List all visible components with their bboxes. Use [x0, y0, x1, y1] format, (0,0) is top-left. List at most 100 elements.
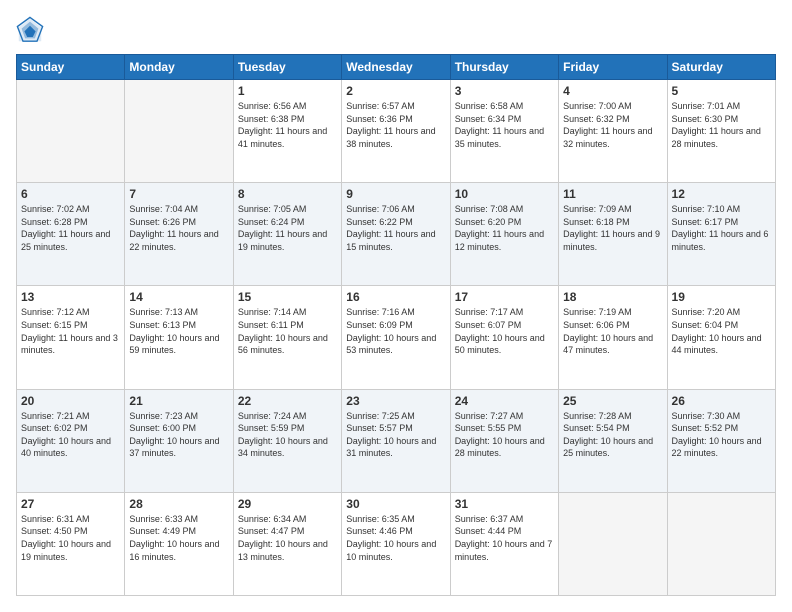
calendar-cell: 9 Sunrise: 7:06 AM Sunset: 6:22 PM Daylig… — [342, 183, 450, 286]
day-info: Sunrise: 7:27 AM Sunset: 5:55 PM Dayligh… — [455, 410, 554, 460]
day-number: 28 — [129, 497, 228, 511]
calendar-cell — [17, 80, 125, 183]
logo-icon — [16, 16, 44, 44]
day-info: Sunrise: 7:14 AM Sunset: 6:11 PM Dayligh… — [238, 306, 337, 356]
day-info: Sunrise: 7:02 AM Sunset: 6:28 PM Dayligh… — [21, 203, 120, 253]
day-number: 6 — [21, 187, 120, 201]
day-number: 31 — [455, 497, 554, 511]
day-number: 25 — [563, 394, 662, 408]
calendar-cell: 25 Sunrise: 7:28 AM Sunset: 5:54 PM Dayli… — [559, 389, 667, 492]
calendar-weekday-thursday: Thursday — [450, 55, 558, 80]
day-info: Sunrise: 6:56 AM Sunset: 6:38 PM Dayligh… — [238, 100, 337, 150]
calendar-header-row: SundayMondayTuesdayWednesdayThursdayFrid… — [17, 55, 776, 80]
day-number: 12 — [672, 187, 771, 201]
calendar-week-row: 6 Sunrise: 7:02 AM Sunset: 6:28 PM Daylig… — [17, 183, 776, 286]
day-info: Sunrise: 7:21 AM Sunset: 6:02 PM Dayligh… — [21, 410, 120, 460]
day-number: 9 — [346, 187, 445, 201]
day-info: Sunrise: 7:30 AM Sunset: 5:52 PM Dayligh… — [672, 410, 771, 460]
calendar-cell: 10 Sunrise: 7:08 AM Sunset: 6:20 PM Dayli… — [450, 183, 558, 286]
calendar-cell: 27Sunrise: 6:31 AM Sunset: 4:50 PM Dayli… — [17, 492, 125, 595]
calendar-cell: 26 Sunrise: 7:30 AM Sunset: 5:52 PM Dayli… — [667, 389, 775, 492]
calendar-cell: 12Sunrise: 7:10 AM Sunset: 6:17 PM Dayli… — [667, 183, 775, 286]
calendar-cell: 13 Sunrise: 7:12 AM Sunset: 6:15 PM Dayli… — [17, 286, 125, 389]
calendar-cell: 4 Sunrise: 7:00 AM Sunset: 6:32 PM Daylig… — [559, 80, 667, 183]
day-info: Sunrise: 6:33 AM Sunset: 4:49 PM Dayligh… — [129, 513, 228, 563]
day-number: 26 — [672, 394, 771, 408]
day-info: Sunrise: 7:16 AM Sunset: 6:09 PM Dayligh… — [346, 306, 445, 356]
calendar-table: SundayMondayTuesdayWednesdayThursdayFrid… — [16, 54, 776, 596]
calendar-cell: 7 Sunrise: 7:04 AM Sunset: 6:26 PM Daylig… — [125, 183, 233, 286]
calendar-cell: 30 Sunrise: 6:35 AM Sunset: 4:46 PM Dayli… — [342, 492, 450, 595]
calendar-cell: 5Sunrise: 7:01 AM Sunset: 6:30 PM Daylig… — [667, 80, 775, 183]
day-number: 21 — [129, 394, 228, 408]
day-info: Sunrise: 7:06 AM Sunset: 6:22 PM Dayligh… — [346, 203, 445, 253]
day-info: Sunrise: 6:57 AM Sunset: 6:36 PM Dayligh… — [346, 100, 445, 150]
day-number: 18 — [563, 290, 662, 304]
day-number: 1 — [238, 84, 337, 98]
day-info: Sunrise: 7:05 AM Sunset: 6:24 PM Dayligh… — [238, 203, 337, 253]
calendar-cell: 15 Sunrise: 7:14 AM Sunset: 6:11 PM Dayli… — [233, 286, 341, 389]
day-info: Sunrise: 6:58 AM Sunset: 6:34 PM Dayligh… — [455, 100, 554, 150]
day-info: Sunrise: 7:23 AM Sunset: 6:00 PM Dayligh… — [129, 410, 228, 460]
calendar-cell: 2 Sunrise: 6:57 AM Sunset: 6:36 PM Daylig… — [342, 80, 450, 183]
calendar-cell: 19Sunrise: 7:20 AM Sunset: 6:04 PM Dayli… — [667, 286, 775, 389]
day-number: 3 — [455, 84, 554, 98]
calendar-cell: 28 Sunrise: 6:33 AM Sunset: 4:49 PM Dayli… — [125, 492, 233, 595]
calendar-cell: 1 Sunrise: 6:56 AM Sunset: 6:38 PM Daylig… — [233, 80, 341, 183]
calendar-cell: 17Sunrise: 7:17 AM Sunset: 6:07 PM Dayli… — [450, 286, 558, 389]
day-number: 11 — [563, 187, 662, 201]
calendar-cell: 16 Sunrise: 7:16 AM Sunset: 6:09 PM Dayli… — [342, 286, 450, 389]
day-info: Sunrise: 7:25 AM Sunset: 5:57 PM Dayligh… — [346, 410, 445, 460]
day-info: Sunrise: 7:12 AM Sunset: 6:15 PM Dayligh… — [21, 306, 120, 356]
page: SundayMondayTuesdayWednesdayThursdayFrid… — [0, 0, 792, 612]
day-info: Sunrise: 7:09 AM Sunset: 6:18 PM Dayligh… — [563, 203, 662, 253]
day-number: 10 — [455, 187, 554, 201]
day-info: Sunrise: 7:13 AM Sunset: 6:13 PM Dayligh… — [129, 306, 228, 356]
calendar-cell: 24 Sunrise: 7:27 AM Sunset: 5:55 PM Dayli… — [450, 389, 558, 492]
day-number: 8 — [238, 187, 337, 201]
day-number: 15 — [238, 290, 337, 304]
day-number: 30 — [346, 497, 445, 511]
calendar-cell — [125, 80, 233, 183]
day-info: Sunrise: 6:34 AM Sunset: 4:47 PM Dayligh… — [238, 513, 337, 563]
calendar-cell — [559, 492, 667, 595]
day-info: Sunrise: 7:17 AM Sunset: 6:07 PM Dayligh… — [455, 306, 554, 356]
day-number: 23 — [346, 394, 445, 408]
day-info: Sunrise: 7:00 AM Sunset: 6:32 PM Dayligh… — [563, 100, 662, 150]
calendar-cell: 31Sunrise: 6:37 AM Sunset: 4:44 PM Dayli… — [450, 492, 558, 595]
day-info: Sunrise: 7:19 AM Sunset: 6:06 PM Dayligh… — [563, 306, 662, 356]
calendar-cell: 21 Sunrise: 7:23 AM Sunset: 6:00 PM Dayli… — [125, 389, 233, 492]
day-number: 13 — [21, 290, 120, 304]
day-number: 5 — [672, 84, 771, 98]
calendar-week-row: 27Sunrise: 6:31 AM Sunset: 4:50 PM Dayli… — [17, 492, 776, 595]
calendar-weekday-sunday: Sunday — [17, 55, 125, 80]
calendar-week-row: 1 Sunrise: 6:56 AM Sunset: 6:38 PM Daylig… — [17, 80, 776, 183]
day-info: Sunrise: 6:35 AM Sunset: 4:46 PM Dayligh… — [346, 513, 445, 563]
day-number: 20 — [21, 394, 120, 408]
calendar-cell: 8 Sunrise: 7:05 AM Sunset: 6:24 PM Daylig… — [233, 183, 341, 286]
day-info: Sunrise: 7:28 AM Sunset: 5:54 PM Dayligh… — [563, 410, 662, 460]
calendar-cell: 6 Sunrise: 7:02 AM Sunset: 6:28 PM Daylig… — [17, 183, 125, 286]
day-number: 19 — [672, 290, 771, 304]
calendar-week-row: 20 Sunrise: 7:21 AM Sunset: 6:02 PM Dayli… — [17, 389, 776, 492]
calendar-weekday-monday: Monday — [125, 55, 233, 80]
calendar-weekday-saturday: Saturday — [667, 55, 775, 80]
day-number: 29 — [238, 497, 337, 511]
day-info: Sunrise: 7:24 AM Sunset: 5:59 PM Dayligh… — [238, 410, 337, 460]
day-number: 7 — [129, 187, 228, 201]
day-number: 16 — [346, 290, 445, 304]
day-number: 22 — [238, 394, 337, 408]
calendar-cell: 18 Sunrise: 7:19 AM Sunset: 6:06 PM Dayli… — [559, 286, 667, 389]
calendar-cell: 3 Sunrise: 6:58 AM Sunset: 6:34 PM Daylig… — [450, 80, 558, 183]
day-number: 4 — [563, 84, 662, 98]
calendar-weekday-wednesday: Wednesday — [342, 55, 450, 80]
calendar-week-row: 13 Sunrise: 7:12 AM Sunset: 6:15 PM Dayli… — [17, 286, 776, 389]
calendar-cell: 20 Sunrise: 7:21 AM Sunset: 6:02 PM Dayli… — [17, 389, 125, 492]
day-info: Sunrise: 7:08 AM Sunset: 6:20 PM Dayligh… — [455, 203, 554, 253]
logo — [16, 16, 48, 44]
calendar-cell: 29 Sunrise: 6:34 AM Sunset: 4:47 PM Dayli… — [233, 492, 341, 595]
calendar-weekday-friday: Friday — [559, 55, 667, 80]
day-info: Sunrise: 7:04 AM Sunset: 6:26 PM Dayligh… — [129, 203, 228, 253]
day-number: 24 — [455, 394, 554, 408]
day-number: 2 — [346, 84, 445, 98]
